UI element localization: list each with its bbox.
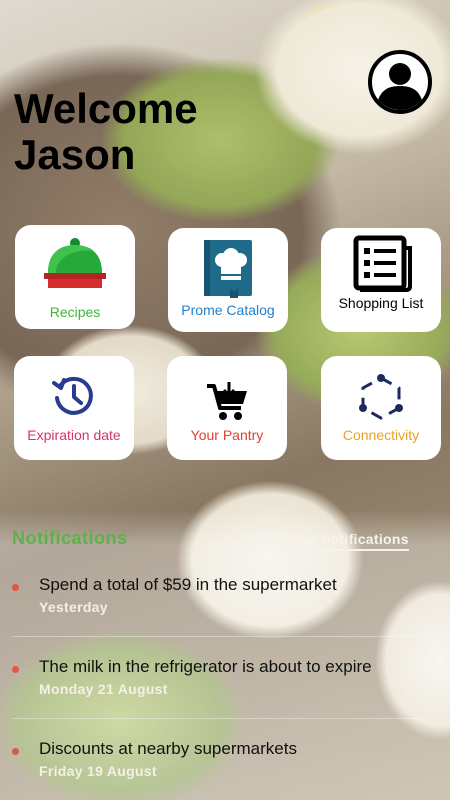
- history-clock-icon: [52, 376, 93, 415]
- prome-catalog-tile[interactable]: Prome Catalog: [168, 228, 288, 332]
- newspaper-list-icon: [353, 235, 412, 292]
- divider: [12, 718, 438, 719]
- divider: [12, 636, 438, 637]
- bullet-icon: [12, 584, 19, 591]
- user-silhouette-icon: [376, 63, 424, 110]
- bullet-icon: [12, 748, 19, 755]
- shopping-cart-icon: [207, 382, 247, 420]
- expiration-date-tile[interactable]: Expiration date: [14, 356, 134, 460]
- expiration-date-label: Expiration date: [27, 427, 121, 443]
- hexagon-network-icon: [359, 374, 403, 420]
- clear-notifications-link[interactable]: Clear notifications: [281, 531, 409, 551]
- cloche-icon: [44, 238, 106, 288]
- recipes-tile[interactable]: Recipes: [15, 225, 135, 329]
- notification-date: Monday 21 August: [39, 681, 168, 697]
- prome-catalog-label: Prome Catalog: [181, 302, 275, 318]
- profile-avatar[interactable]: [368, 50, 432, 114]
- notification-message: The milk in the refrigerator is about to…: [39, 657, 372, 676]
- connectivity-tile[interactable]: Connectivity: [321, 356, 441, 460]
- your-pantry-label: Your Pantry: [190, 427, 264, 443]
- notification-date: Friday 19 August: [39, 763, 157, 779]
- your-pantry-tile[interactable]: Your Pantry: [167, 356, 287, 460]
- shopping-list-label: Shopping List: [338, 295, 424, 311]
- notification-message: Spend a total of $59 in the supermarket: [39, 575, 337, 594]
- shopping-list-tile[interactable]: Shopping List: [321, 228, 441, 332]
- connectivity-label: Connectivity: [342, 427, 420, 443]
- notifications-title: Notifications: [12, 528, 128, 548]
- chef-book-icon: [204, 240, 252, 298]
- notification-message: Discounts at nearby supermarkets: [39, 739, 297, 758]
- recipes-label: Recipes: [49, 304, 101, 320]
- welcome-heading: Welcome Jason: [14, 85, 198, 178]
- notification-date: Yesterday: [39, 599, 108, 615]
- bullet-icon: [12, 666, 19, 673]
